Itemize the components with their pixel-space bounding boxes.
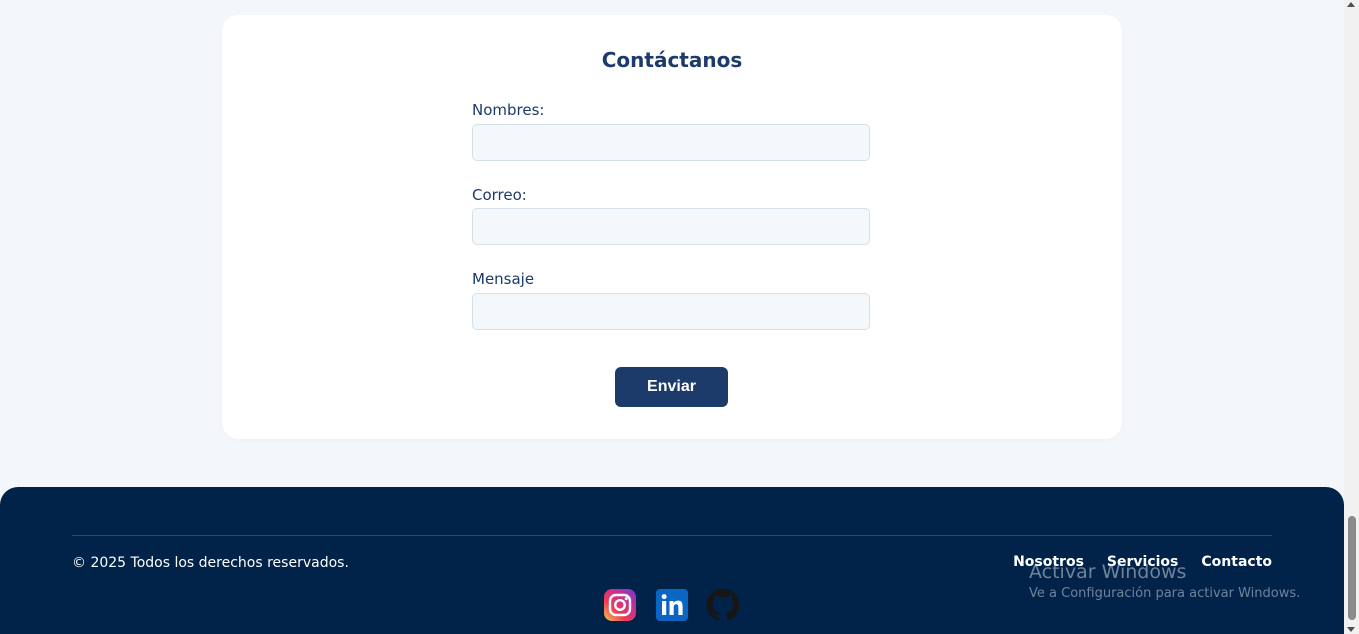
footer-link-nosotros[interactable]: Nosotros <box>1013 554 1084 570</box>
footer-nav: Nosotros Servicios Contacto <box>1013 554 1272 570</box>
message-label: Mensaje <box>472 270 535 288</box>
scrollbar-thumb[interactable] <box>1348 516 1356 620</box>
page: Contáctanos Nombres: Correo: Mensaje Env… <box>0 0 1344 634</box>
name-input[interactable] <box>472 124 870 161</box>
name-label: Nombres: <box>472 101 545 119</box>
footer-link-contacto[interactable]: Contacto <box>1201 554 1272 570</box>
browser-viewport: Contáctanos Nombres: Correo: Mensaje Env… <box>0 0 1359 634</box>
footer-divider <box>72 535 1272 536</box>
instagram-icon[interactable] <box>603 588 637 622</box>
scroll-down-arrow-icon[interactable] <box>1347 627 1355 632</box>
message-input[interactable] <box>472 293 870 330</box>
submit-button[interactable]: Enviar <box>615 367 728 407</box>
email-label: Correo: <box>472 186 527 204</box>
github-icon[interactable] <box>706 588 740 622</box>
contact-title: Contáctanos <box>601 48 743 72</box>
footer-link-servicios[interactable]: Servicios <box>1107 554 1178 570</box>
site-footer: © 2025 Todos los derechos reservados. No… <box>0 487 1344 634</box>
contact-card: Contáctanos Nombres: Correo: Mensaje Env… <box>222 15 1122 439</box>
linkedin-icon[interactable] <box>655 588 689 622</box>
copyright-text: © 2025 Todos los derechos reservados. <box>72 555 349 571</box>
email-input[interactable] <box>472 208 870 245</box>
vertical-scrollbar[interactable] <box>1344 0 1359 634</box>
scroll-up-arrow-icon[interactable] <box>1347 2 1355 7</box>
